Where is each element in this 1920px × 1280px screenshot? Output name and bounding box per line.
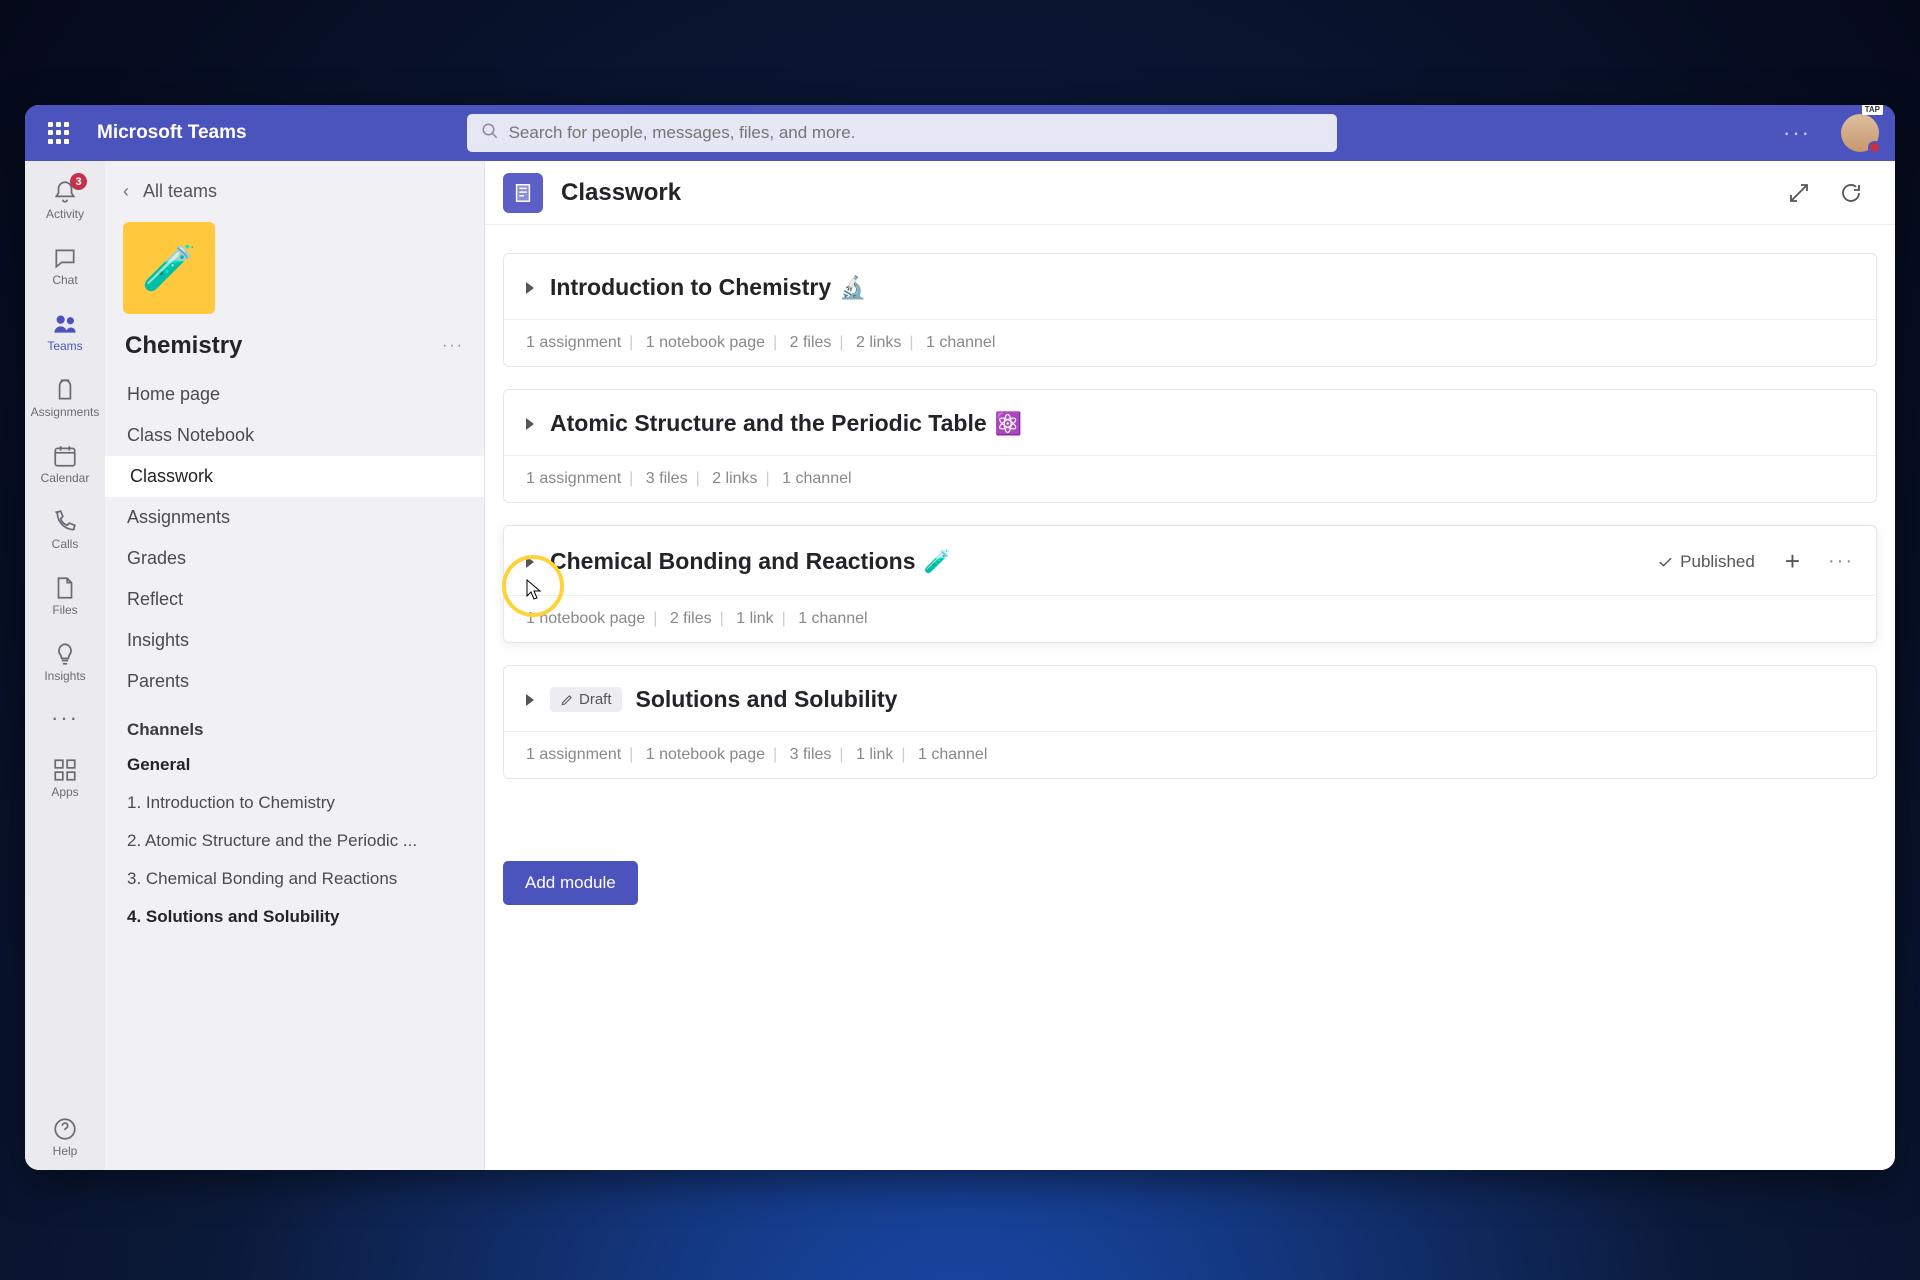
rail-help[interactable]: Help: [25, 1104, 105, 1170]
module-card: Atomic Structure and the Periodic Table …: [503, 389, 1877, 503]
module-title: Atomic Structure and the Periodic Table: [550, 410, 987, 437]
module-card: Chemical Bonding and Reactions 🧪 Publish…: [503, 525, 1877, 643]
rail-teams[interactable]: Teams: [25, 299, 105, 365]
add-resource-button[interactable]: +: [1785, 546, 1800, 577]
caret-right-icon[interactable]: [526, 282, 534, 294]
draft-badge: Draft: [550, 687, 622, 712]
caret-right-icon[interactable]: [526, 556, 534, 568]
title-bar: Microsoft Teams ··· TAP: [25, 105, 1895, 161]
rail-calls[interactable]: Calls: [25, 497, 105, 563]
teams-icon: [52, 311, 78, 337]
side-link-insights[interactable]: Insights: [105, 620, 484, 661]
backpack-icon: [52, 377, 78, 403]
side-link-classwork[interactable]: Classwork: [105, 456, 484, 497]
activity-badge: 3: [70, 173, 87, 190]
side-link-grades[interactable]: Grades: [105, 538, 484, 579]
module-meta: 1 assignment| 1 notebook page| 3 files| …: [504, 731, 1876, 778]
rail-files[interactable]: Files: [25, 563, 105, 629]
chat-icon: [52, 245, 78, 271]
module-emoji: 🔬: [839, 275, 866, 301]
app-launcher-icon[interactable]: [43, 117, 75, 149]
team-avatar[interactable]: 🧪: [123, 222, 215, 314]
channel-4[interactable]: 4. Solutions and Solubility: [105, 898, 484, 936]
search-input[interactable]: [509, 123, 1323, 143]
check-icon: [1656, 553, 1674, 571]
tap-badge: TAP: [1862, 105, 1883, 115]
module-meta: 1 notebook page| 2 files| 1 link| 1 chan…: [504, 595, 1876, 642]
side-link-home[interactable]: Home page: [105, 374, 484, 415]
user-avatar[interactable]: TAP: [1841, 114, 1879, 152]
main-header: Classwork: [485, 161, 1895, 225]
module-card: Draft Solutions and Solubility 1 assignm…: [503, 665, 1877, 779]
main-pane: Classwork Introduction to Chemistry 🔬 1 …: [485, 161, 1895, 1170]
pencil-icon: [560, 693, 574, 707]
channel-1[interactable]: 1. Introduction to Chemistry: [105, 784, 484, 822]
module-card: Introduction to Chemistry 🔬 1 assignment…: [503, 253, 1877, 367]
apps-icon: [52, 757, 78, 783]
chevron-left-icon: ‹: [123, 181, 129, 202]
module-header[interactable]: Chemical Bonding and Reactions 🧪 Publish…: [504, 526, 1876, 595]
app-rail: 3 Activity Chat Teams Assignments Calend…: [25, 161, 105, 1170]
back-label: All teams: [143, 181, 217, 202]
side-link-assignments[interactable]: Assignments: [105, 497, 484, 538]
module-header[interactable]: Atomic Structure and the Periodic Table …: [504, 390, 1876, 455]
channels-header: Channels: [105, 702, 484, 746]
team-more-icon[interactable]: ···: [442, 337, 464, 355]
add-module-button[interactable]: Add module: [503, 861, 638, 905]
module-title: Chemical Bonding and Reactions: [550, 548, 916, 575]
lightbulb-icon: [52, 641, 78, 667]
page-title: Classwork: [561, 179, 681, 207]
help-icon: [52, 1116, 78, 1142]
channel-3[interactable]: 3. Chemical Bonding and Reactions: [105, 860, 484, 898]
module-title: Introduction to Chemistry: [550, 274, 831, 301]
side-link-reflect[interactable]: Reflect: [105, 579, 484, 620]
module-header[interactable]: Draft Solutions and Solubility: [504, 666, 1876, 731]
app-brand: Microsoft Teams: [97, 122, 247, 144]
rail-chat[interactable]: Chat: [25, 233, 105, 299]
classwork-app-icon: [503, 173, 543, 213]
rail-activity[interactable]: 3 Activity: [25, 167, 105, 233]
rail-apps[interactable]: Apps: [25, 745, 105, 811]
module-emoji: ⚛️: [995, 411, 1022, 437]
back-all-teams[interactable]: ‹ All teams: [105, 173, 484, 216]
search-box[interactable]: [467, 114, 1337, 152]
file-icon: [52, 575, 78, 601]
rail-assignments[interactable]: Assignments: [25, 365, 105, 431]
module-meta: 1 assignment| 1 notebook page| 2 files| …: [504, 319, 1876, 366]
module-list: Introduction to Chemistry 🔬 1 assignment…: [485, 225, 1895, 933]
caret-right-icon[interactable]: [526, 694, 534, 706]
refresh-icon[interactable]: [1839, 181, 1863, 205]
module-title: Solutions and Solubility: [636, 686, 898, 713]
module-meta: 1 assignment| 3 files| 2 links| 1 channe…: [504, 455, 1876, 502]
channel-2[interactable]: 2. Atomic Structure and the Periodic ...: [105, 822, 484, 860]
rail-calendar[interactable]: Calendar: [25, 431, 105, 497]
phone-icon: [52, 509, 78, 535]
published-badge: Published: [1656, 552, 1755, 572]
module-more-icon[interactable]: ···: [1828, 550, 1854, 573]
search-icon: [481, 122, 509, 145]
side-link-notebook[interactable]: Class Notebook: [105, 415, 484, 456]
team-name: Chemistry: [125, 332, 242, 360]
calendar-icon: [52, 443, 78, 469]
team-sidebar: ‹ All teams 🧪 Chemistry ··· Home page Cl…: [105, 161, 485, 1170]
rail-more-icon[interactable]: ···: [51, 705, 79, 745]
expand-icon[interactable]: [1787, 181, 1811, 205]
settings-more-icon[interactable]: ···: [1783, 120, 1811, 146]
presence-indicator: [1868, 141, 1881, 154]
module-header[interactable]: Introduction to Chemistry 🔬: [504, 254, 1876, 319]
caret-right-icon[interactable]: [526, 418, 534, 430]
side-link-parents[interactable]: Parents: [105, 661, 484, 702]
module-emoji: 🧪: [924, 549, 951, 575]
channel-general[interactable]: General: [105, 746, 484, 784]
rail-insights[interactable]: Insights: [25, 629, 105, 695]
